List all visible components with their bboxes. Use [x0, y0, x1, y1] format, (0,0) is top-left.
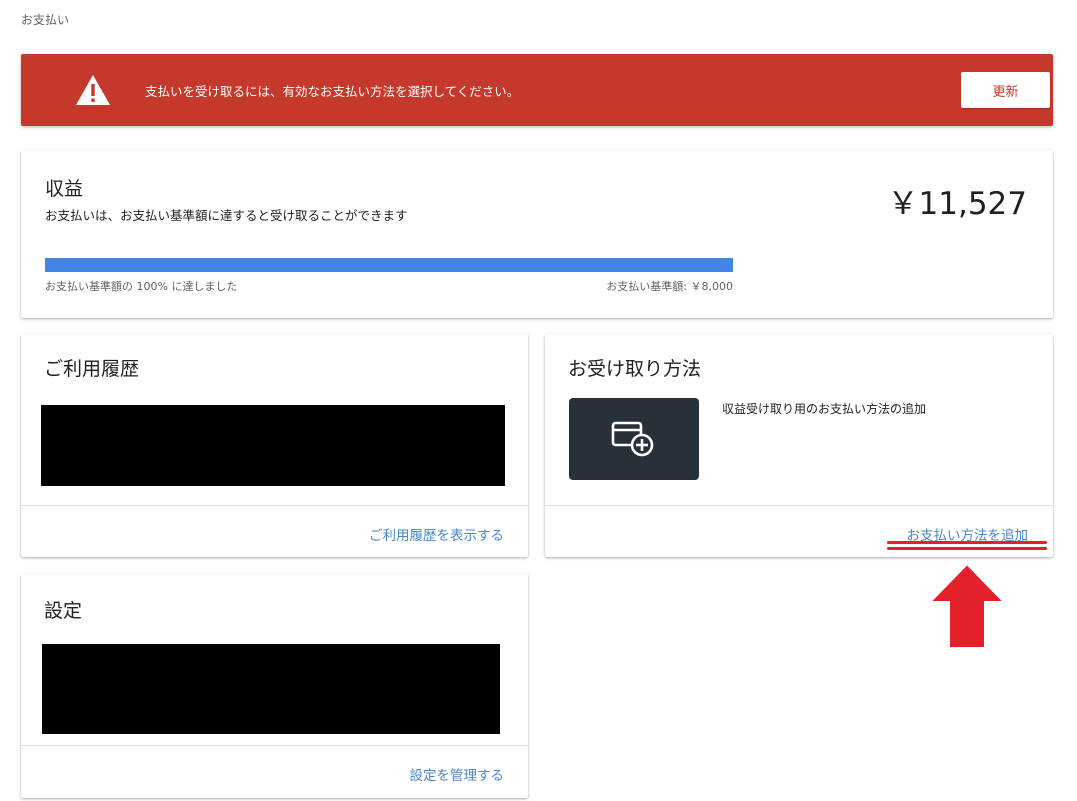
warning-icon: [76, 75, 110, 105]
payment-alert-banner: 支払いを受け取るには、有効なお支払い方法を選択してください。 更新: [21, 54, 1053, 126]
add-payment-method-tile[interactable]: [569, 398, 699, 480]
breadcrumb: お支払い: [21, 13, 70, 27]
card-divider: [21, 505, 528, 506]
annotation-underline: [887, 541, 1047, 544]
threshold-label: お支払い基準額: ￥8,000: [606, 280, 733, 293]
manage-settings-link[interactable]: 設定を管理する: [410, 764, 505, 784]
payment-method-title: お受け取り方法: [568, 358, 702, 380]
view-history-link[interactable]: ご利用履歴を表示する: [369, 524, 504, 544]
add-card-icon: [611, 421, 654, 457]
redacted-history-content: [41, 405, 505, 486]
annotation-arrow-up-icon: [928, 562, 1006, 649]
payment-method-description: 収益受け取り用のお支払い方法の追加: [722, 402, 927, 416]
progress-label: お支払い基準額の 100% に達しました: [45, 280, 238, 293]
threshold-progress-bar: [45, 258, 733, 272]
update-button[interactable]: 更新: [961, 72, 1050, 108]
earnings-title: 収益: [45, 178, 84, 200]
earnings-amount: ￥11,527: [887, 186, 1027, 222]
settings-title: 設定: [44, 600, 83, 622]
history-title: ご利用履歴: [44, 358, 140, 380]
earnings-subtitle: お支払いは、お支払い基準額に達すると受け取ることができます: [45, 208, 408, 223]
history-card: ご利用履歴 ご利用履歴を表示する: [21, 334, 528, 557]
payments-page: お支払い 支払いを受け取るには、有効なお支払い方法を選択してください。 更新 収…: [0, 0, 1077, 801]
threshold-progress-fill: [45, 258, 733, 272]
card-divider: [21, 745, 528, 746]
earnings-card: 収益 お支払いは、お支払い基準額に達すると受け取ることができます ￥11,527…: [21, 150, 1053, 318]
redacted-settings-content: [42, 644, 500, 734]
settings-card: 設定 設定を管理する: [21, 574, 528, 798]
payment-method-card: お受け取り方法 収益受け取り用のお支払い方法の追加 お支払い方法を追加: [545, 334, 1053, 557]
card-divider: [545, 505, 1053, 506]
alert-message: 支払いを受け取るには、有効なお支払い方法を選択してください。: [145, 84, 520, 99]
annotation-underline: [887, 547, 1047, 550]
